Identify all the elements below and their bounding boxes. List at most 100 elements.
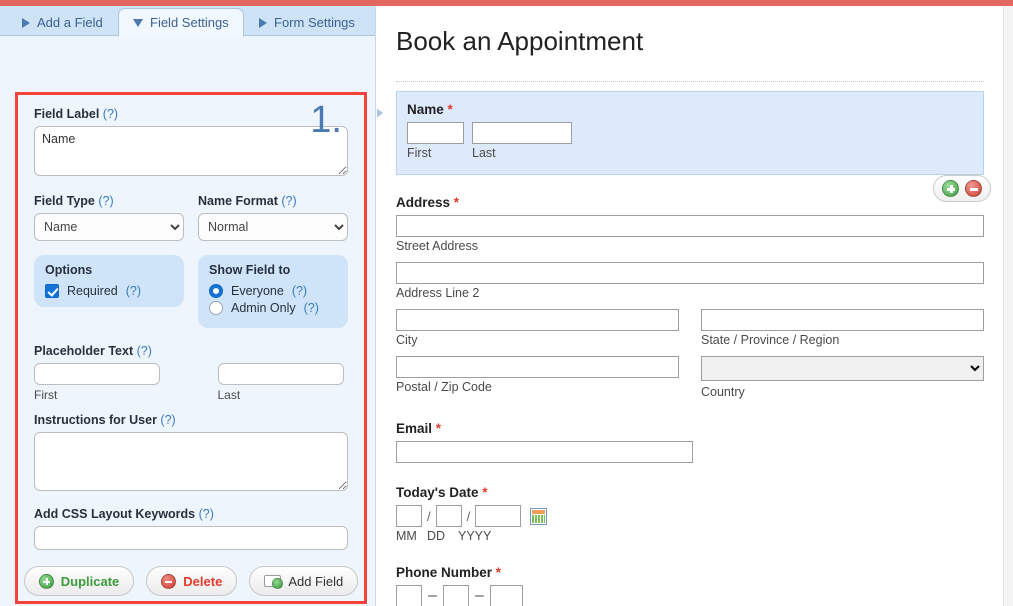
address-state-input[interactable] [701,309,984,331]
name-format-select[interactable]: Normal [198,213,348,241]
help-icon[interactable]: (?) [126,284,141,298]
title-divider [396,81,984,82]
field-action-buttons: Duplicate Delete Add Field [23,566,359,596]
field-editor-panel: Add a Field Field Settings Form Settings… [0,6,376,606]
required-asterisk: * [495,565,502,580]
help-icon[interactable]: (?) [160,413,175,427]
name-first-input[interactable] [407,122,464,144]
app-root: Add a Field Field Settings Form Settings… [0,0,1013,606]
date-captions-row: MM DD YYYY [396,529,984,543]
help-icon[interactable]: (?) [98,194,113,208]
field-label-caption: Field Label (?) [34,107,348,121]
tab-label: Add a Field [37,15,103,30]
placeholder-first-group: First [34,363,165,402]
placeholder-last-input[interactable] [217,363,344,385]
form-field-address[interactable]: Address * Street Address Address Line 2 … [396,175,984,399]
placeholder-caption: Placeholder Text (?) [34,344,348,358]
address-state-caption: State / Province / Region [701,333,840,347]
duplicate-button[interactable]: Duplicate [23,566,135,596]
required-label: Required [67,284,118,298]
name-first-caption: First [407,146,432,160]
help-icon[interactable]: (?) [281,194,296,208]
help-icon[interactable]: (?) [103,107,118,121]
instructions-label-text: Instructions for User [34,413,157,427]
phone-field-label: Phone Number * [396,565,984,580]
address-postal-input[interactable] [396,356,679,378]
placeholder-label-text: Placeholder Text [34,344,134,358]
help-icon[interactable]: (?) [137,344,152,358]
radio-selected-icon[interactable] [209,284,223,298]
email-field-label: Email * [396,421,984,436]
field-type-select[interactable]: Name [34,213,184,241]
todays-date-field-label: Today's Date * [396,485,984,500]
css-keywords-input[interactable] [34,526,348,550]
help-icon[interactable]: (?) [199,507,214,521]
form-field-phone-number[interactable]: Phone Number * – – [396,543,984,606]
remove-row-icon[interactable] [965,180,982,197]
placeholder-last-group: Last [217,363,349,402]
css-keywords-caption: Add CSS Layout Keywords (?) [34,507,348,521]
address-state-group: State / Province / Region [701,309,984,347]
css-keywords-group: Add CSS Layout Keywords (?) [34,507,348,550]
date-day-input[interactable] [435,505,462,527]
required-checkbox-row[interactable]: Required (?) [45,284,173,298]
address-postal-group: Postal / Zip Code [396,356,679,399]
todays-date-label-text: Today's Date [396,485,479,500]
phone-area-input[interactable] [396,585,422,606]
placeholder-first-caption: First [34,388,58,402]
date-year-input[interactable] [475,505,522,527]
add-field-icon [264,575,284,589]
calendar-icon[interactable] [530,507,548,525]
form-field-email[interactable]: Email * [396,399,984,463]
radio-unselected-icon[interactable] [209,301,223,315]
triangle-right-icon [259,17,267,28]
phone-prefix-input[interactable] [442,585,469,606]
phone-inputs-row: – – [396,585,984,606]
form-field-name[interactable]: Name * First Last [396,91,991,202]
instructions-caption: Instructions for User (?) [34,413,348,427]
radio-everyone-row[interactable]: Everyone (?) [209,284,337,298]
page-scrollbar[interactable] [1003,6,1013,606]
email-input[interactable] [396,441,693,463]
admin-only-label: Admin Only [231,301,296,315]
placeholder-first-input[interactable] [34,363,160,385]
address-postal-caption: Postal / Zip Code [396,380,492,394]
date-separator-1: / [427,508,431,524]
help-icon[interactable]: (?) [292,284,307,298]
phone-line-input[interactable] [489,585,523,606]
triangle-down-icon [133,18,143,27]
form-field-todays-date[interactable]: Today's Date * / / MM DD YYYY [396,463,984,543]
address-street-input[interactable] [396,215,984,237]
add-field-label: Add Field [288,573,344,589]
name-last-caption: Last [472,146,496,160]
field-type-text: Field Type [34,194,95,208]
instructions-input[interactable] [34,432,348,491]
date-month-input[interactable] [396,505,422,527]
name-last-input[interactable] [472,122,572,144]
add-row-icon[interactable] [942,180,959,197]
tab-form-settings[interactable]: Form Settings [245,9,369,36]
field-label-input[interactable]: Name [34,126,348,176]
date-inputs-row: / / [396,505,984,527]
form-preview-panel: Book an Appointment Name * First Last Ad… [377,6,1003,606]
delete-label: Delete [183,573,223,589]
address-line2-input[interactable] [396,262,984,284]
tab-field-settings[interactable]: Field Settings [118,8,244,37]
address-street-caption: Street Address [396,239,478,253]
date-separator-2: / [466,508,471,524]
radio-admin-only-row[interactable]: Admin Only (?) [209,301,337,315]
checkbox-checked-icon[interactable] [45,284,59,298]
add-field-button[interactable]: Add Field [249,566,359,596]
field-settings-box: 1. Field Label (?) Name Field Type (?) N… [15,92,367,604]
delete-button[interactable]: Delete [146,566,238,596]
name-format-group: Name Format (?) Normal [198,194,348,241]
field-label-text: Field Label [34,107,100,121]
tab-add-a-field[interactable]: Add a Field [8,9,117,36]
address-country-select[interactable] [701,356,984,381]
address-country-group: Country [701,356,984,399]
required-asterisk: * [453,195,460,210]
address-city-input[interactable] [396,309,679,331]
tab-label: Field Settings [150,15,229,30]
address-city-group: City [396,309,679,347]
help-icon[interactable]: (?) [304,301,319,315]
